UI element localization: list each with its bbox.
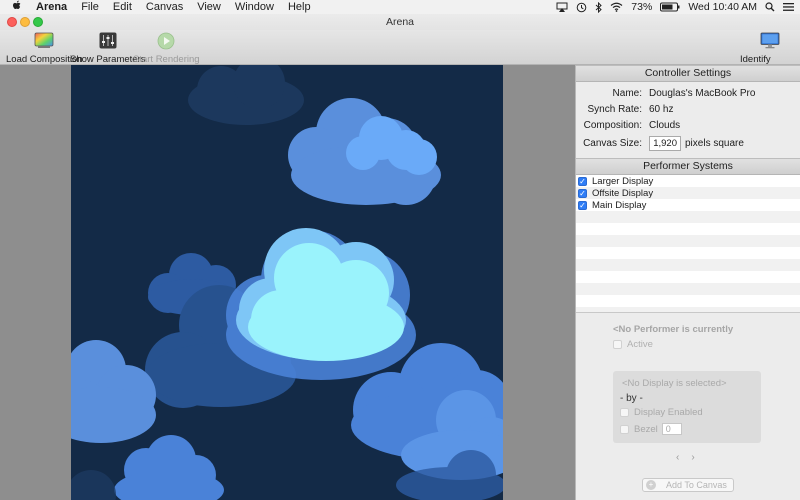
canvas-size-label: Canvas Size: [583, 138, 642, 149]
no-performer-message: <No Performer is currently [613, 324, 734, 335]
next-arrow-icon[interactable]: › [691, 452, 694, 463]
by-label: - by - [620, 393, 643, 404]
performer-label: Offsite Display [592, 187, 654, 199]
name-value: Douglas's MacBook Pro [649, 88, 756, 99]
active-row: Active [613, 339, 653, 350]
canvas-size-field[interactable]: 1,920 [649, 136, 681, 151]
active-checkbox[interactable] [613, 340, 622, 349]
window-title: Arena [385, 16, 415, 28]
menu-bar: Arena File Edit Canvas View Window Help … [0, 0, 800, 14]
menu-app[interactable]: Arena [36, 1, 67, 13]
menu-window[interactable]: Window [235, 1, 274, 13]
clouds-composition [71, 65, 503, 500]
display-icon [760, 31, 780, 50]
name-label: Name: [612, 88, 642, 99]
performer-detail: <No Performer is currently Active <No Di… [576, 313, 800, 483]
controller-settings: Name: Douglas's MacBook Pro Synch Rate: … [576, 82, 800, 158]
composition-row: Composition: Clouds [576, 120, 800, 136]
add-circle-icon: + [646, 480, 656, 490]
bezel-row: Bezel 0 [620, 423, 682, 435]
performer-list: ✓ Larger Display ✓ Offsite Display ✓ Mai… [576, 175, 800, 313]
menu-view[interactable]: View [197, 1, 221, 13]
start-rendering-label: Start Rendering [133, 54, 200, 65]
composition-value: Clouds [649, 120, 681, 131]
checkbox-checked-icon[interactable]: ✓ [578, 200, 587, 210]
display-enabled-checkbox[interactable] [620, 408, 629, 417]
render-canvas[interactable] [71, 65, 503, 500]
airplay-icon[interactable] [556, 2, 568, 12]
display-enabled-label: Display Enabled [634, 407, 703, 418]
menu-help[interactable]: Help [288, 1, 311, 13]
checkbox-checked-icon[interactable]: ✓ [578, 176, 587, 186]
display-enabled-row: Display Enabled [620, 407, 703, 418]
no-display-message: <No Display is selected> [622, 378, 727, 389]
checkbox-checked-icon[interactable]: ✓ [578, 188, 587, 198]
performer-label: Main Display [592, 199, 647, 211]
list-item[interactable]: ✓ Larger Display [576, 175, 800, 187]
window-titlebar: Arena [0, 14, 800, 30]
close-window-button[interactable] [7, 17, 17, 27]
battery-percent: 73% [631, 1, 653, 13]
menu-file[interactable]: File [81, 1, 99, 13]
performer-systems-header: Performer Systems [576, 158, 800, 175]
display-settings-box: <No Display is selected> - by - Display … [613, 371, 761, 443]
canvas-area [0, 65, 575, 500]
inspector-panel: Controller Settings Name: Douglas's MacB… [575, 65, 800, 500]
sliders-icon [98, 31, 118, 50]
canvas-size-row: Canvas Size: 1,920 pixels square [576, 136, 800, 154]
bezel-field[interactable]: 0 [661, 423, 682, 435]
previous-arrow-icon[interactable]: ‹ [676, 452, 679, 463]
list-item[interactable]: ✓ Offsite Display [576, 187, 800, 199]
composition-label: Composition: [583, 120, 642, 131]
canvas-size-unit: pixels square [685, 138, 744, 149]
minimize-window-button[interactable] [20, 17, 30, 27]
menu-clock[interactable]: Wed 10:40 AM [688, 1, 757, 13]
menu-edit[interactable]: Edit [113, 1, 132, 13]
sync-rate-label: Synch Rate: [587, 104, 642, 115]
spotlight-search-icon[interactable] [765, 2, 775, 12]
active-label: Active [627, 339, 653, 350]
controller-settings-header: Controller Settings [576, 65, 800, 82]
status-area: 73% Wed 10:40 AM [556, 0, 794, 14]
notification-center-icon[interactable] [783, 2, 794, 12]
bluetooth-icon[interactable] [595, 1, 603, 13]
name-row: Name: Douglas's MacBook Pro [576, 88, 800, 104]
bezel-checkbox[interactable] [620, 424, 629, 434]
battery-icon[interactable] [660, 2, 680, 12]
apple-menu-icon[interactable] [10, 0, 24, 14]
sync-rate-row: Synch Rate: 60 hz [576, 104, 800, 120]
add-to-canvas-label: Add To Canvas [666, 480, 727, 490]
menu-canvas[interactable]: Canvas [146, 1, 183, 13]
bezel-label: Bezel [634, 423, 658, 435]
toolbar: Load Composition Show Parameters Start R… [0, 30, 800, 76]
performer-label: Larger Display [592, 175, 654, 187]
time-machine-icon[interactable] [576, 2, 587, 13]
zoom-window-button[interactable] [33, 17, 43, 27]
wifi-icon[interactable] [610, 2, 623, 12]
list-item[interactable]: ✓ Main Display [576, 199, 800, 211]
sync-rate-value: 60 hz [649, 104, 674, 115]
composition-icon [34, 31, 54, 50]
play-icon [156, 31, 176, 50]
display-nav: ‹ › [676, 452, 695, 463]
add-to-canvas-button[interactable]: + Add To Canvas [642, 478, 734, 492]
start-rendering-button[interactable]: Start Rendering [133, 31, 200, 65]
